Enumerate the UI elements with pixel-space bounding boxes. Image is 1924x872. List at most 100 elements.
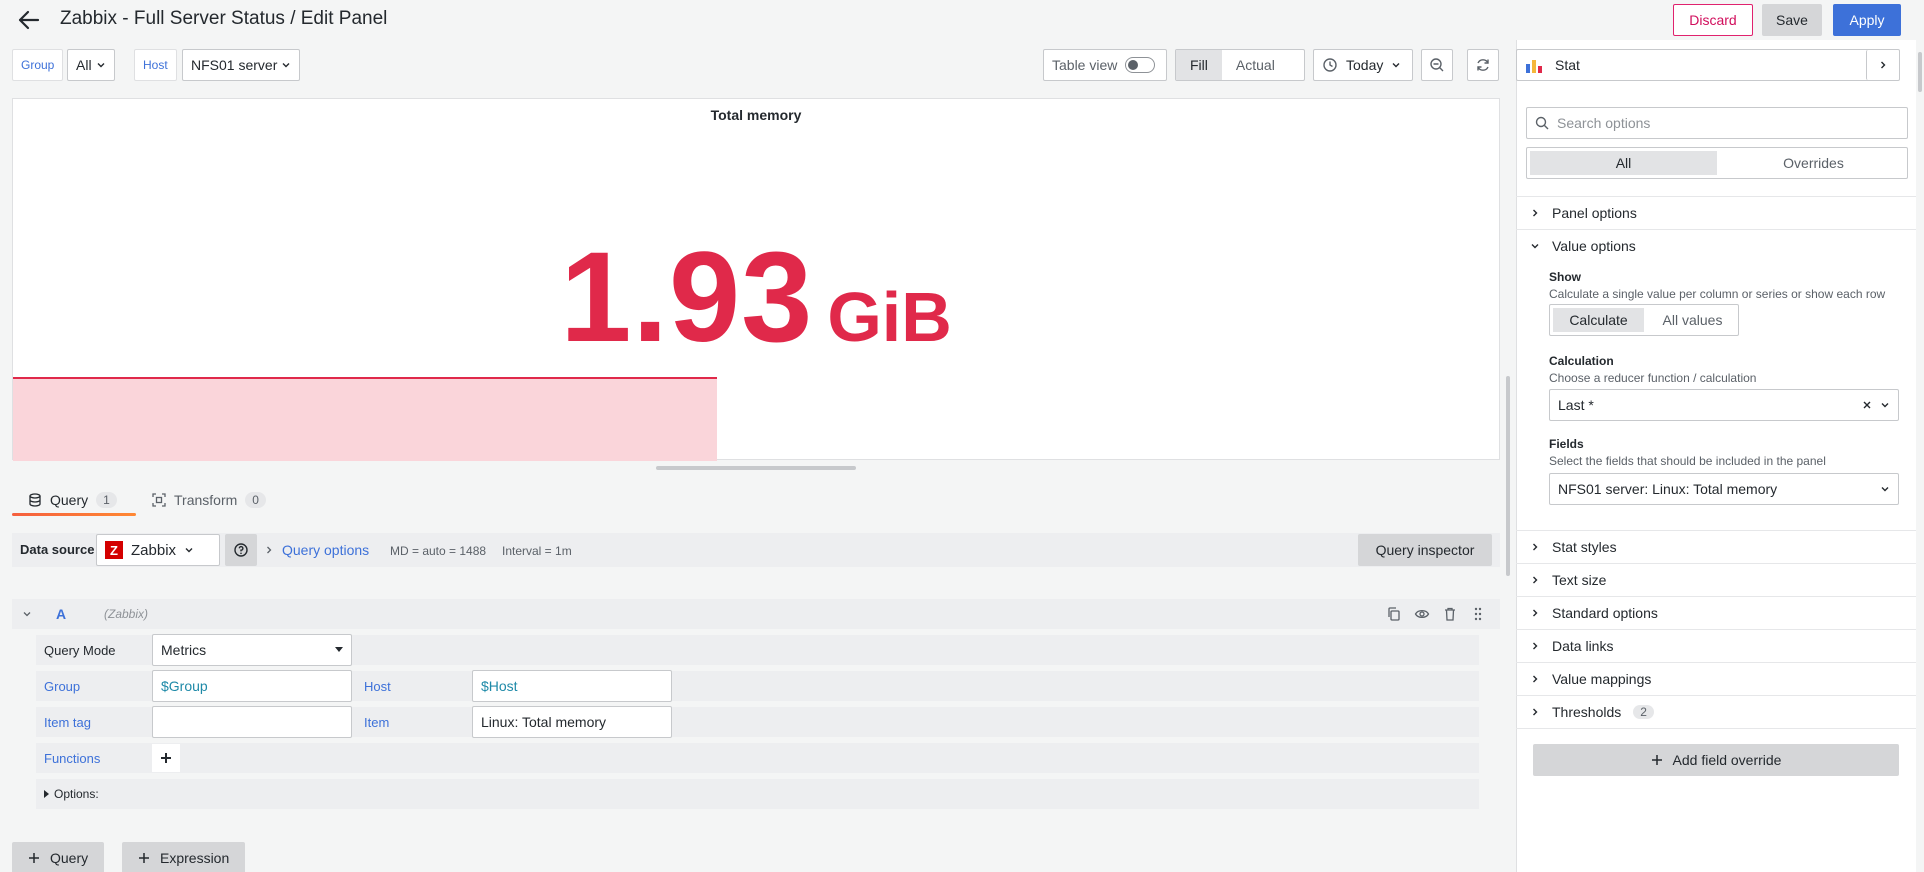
tab-transform-count: 0 [245,492,266,508]
section-value-options[interactable]: Value options [1516,229,1916,262]
main-scrollbar[interactable] [1506,376,1510,576]
max-data-points: MD = auto = 1488 [390,544,487,558]
query-mode-label: Query Mode [44,642,116,658]
discard-button[interactable]: Discard [1673,4,1753,36]
tab-query[interactable]: Query 1 [28,484,117,516]
back-arrow-icon[interactable] [16,8,42,32]
section-label: Panel options [1552,205,1637,221]
chevron-right-icon [1533,609,1538,617]
group-input[interactable]: $Group [152,670,352,702]
fill-option[interactable]: Fill [1176,50,1222,80]
section-stat-styles[interactable]: Stat styles [1516,530,1916,563]
add-field-override-label: Add field override [1672,752,1782,768]
top-bar: Zabbix - Full Server Status / Edit Panel… [0,0,1924,40]
query-options-toggle[interactable]: Query options [264,542,369,558]
apply-button[interactable]: Apply [1833,4,1901,36]
chevron-down-icon [1881,487,1889,492]
pane-scrollbar[interactable] [1918,52,1922,92]
section-data-links[interactable]: Data links [1516,629,1916,662]
chevron-right-icon [1533,543,1538,551]
zoom-out-button[interactable] [1421,49,1453,81]
collapse-chevron-icon[interactable] [22,609,32,619]
tab-query-count: 1 [96,492,117,508]
refresh-button[interactable] [1467,49,1499,81]
section-thresholds[interactable]: Thresholds 2 [1516,695,1916,728]
toggle-switch[interactable] [1125,57,1156,73]
duplicate-icon[interactable] [1386,606,1402,622]
query-options-label: Query options [282,542,370,558]
item-tag-input[interactable] [152,706,352,738]
add-field-override-button[interactable]: Add field override [1533,744,1899,776]
calculation-select[interactable]: Last * [1549,389,1899,421]
section-text-size[interactable]: Text size [1516,563,1916,596]
interval-value: Interval = 1m [502,544,572,558]
stat-viz-icon [1526,60,1542,73]
table-view-label: Table view [1052,57,1118,73]
fields-title: Fields [1549,437,1584,451]
caret-down-icon [335,647,343,652]
tab-all[interactable]: All [1530,151,1717,175]
divider [1516,728,1916,729]
table-view-toggle[interactable]: Table view [1043,49,1167,81]
chevron-right-icon [1533,708,1538,716]
calculation-description: Choose a reducer function / calculation [1549,371,1757,385]
show-calculate-option[interactable]: Calculate [1553,308,1644,332]
trash-icon[interactable] [1442,606,1458,622]
datasource-name: Zabbix [131,541,177,559]
drag-handle-icon[interactable] [1470,606,1486,622]
time-picker[interactable]: Today [1313,49,1413,81]
functions-row [36,743,1479,773]
host-input[interactable]: $Host [472,670,672,702]
section-label: Thresholds [1552,704,1622,720]
query-mode-select[interactable]: Metrics [152,634,352,666]
show-all-values-option[interactable]: All values [1647,305,1738,335]
section-label: Standard options [1552,605,1658,621]
thresholds-count: 2 [1633,705,1654,719]
query-inspector-button[interactable]: Query inspector [1358,534,1492,566]
show-mode-radio: Calculate All values [1549,304,1739,336]
visualization-picker[interactable]: Stat [1516,49,1900,81]
show-description: Calculate a single value per column or s… [1549,287,1886,301]
chevron-down-icon [97,63,105,68]
section-label: Value mappings [1552,671,1652,687]
add-function-button[interactable] [152,744,180,772]
host-variable-select[interactable]: NFS01 server [182,49,301,81]
add-expression-button[interactable]: Expression [122,842,246,872]
actual-option[interactable]: Actual [1222,50,1289,80]
add-expression-label: Expression [160,850,230,866]
fields-select[interactable]: NFS01 server: Linux: Total memory [1549,473,1899,505]
item-input[interactable]: Linux: Total memory [472,706,672,738]
group-variable-select[interactable]: All [67,49,115,81]
clear-icon[interactable] [1862,400,1872,410]
eye-icon[interactable] [1414,606,1430,622]
tab-overrides[interactable]: Overrides [1720,148,1907,178]
sparkline-area [13,377,717,461]
fields-value: NFS01 server: Linux: Total memory [1558,481,1778,497]
section-standard-options[interactable]: Standard options [1516,596,1916,629]
plus-icon [29,853,39,863]
section-value-mappings[interactable]: Value mappings [1516,662,1916,695]
host-variable-value: NFS01 server [191,57,278,73]
section-panel-options[interactable]: Panel options [1516,196,1916,229]
item-tag-label: Item tag [44,714,91,730]
query-actions [1386,606,1486,622]
section-label: Stat styles [1552,539,1617,555]
item-label: Item [364,714,390,730]
query-letter[interactable]: A [56,606,66,622]
chevron-down-icon [282,63,290,68]
chevron-right-icon [1533,209,1538,217]
datasource-help-button[interactable] [225,534,257,566]
tab-transform[interactable]: Transform 0 [152,484,266,516]
datasource-select[interactable]: Z Zabbix [96,534,220,566]
page-title: Zabbix - Full Server Status / Edit Panel [60,8,388,29]
collapse-pane-button[interactable] [1866,50,1898,80]
calculation-value: Last * [1558,397,1594,413]
save-button[interactable]: Save [1762,4,1822,36]
datasource-row: Data source Z Zabbix Query options MD = … [12,533,1500,567]
resize-handle[interactable] [656,466,856,470]
query-a-header: A (Zabbix) [12,599,1500,629]
options-toggle[interactable]: Options: [36,779,99,809]
add-query-button[interactable]: Query [12,842,105,872]
search-options-input[interactable]: Search options [1526,107,1908,139]
plus-icon [139,853,149,863]
